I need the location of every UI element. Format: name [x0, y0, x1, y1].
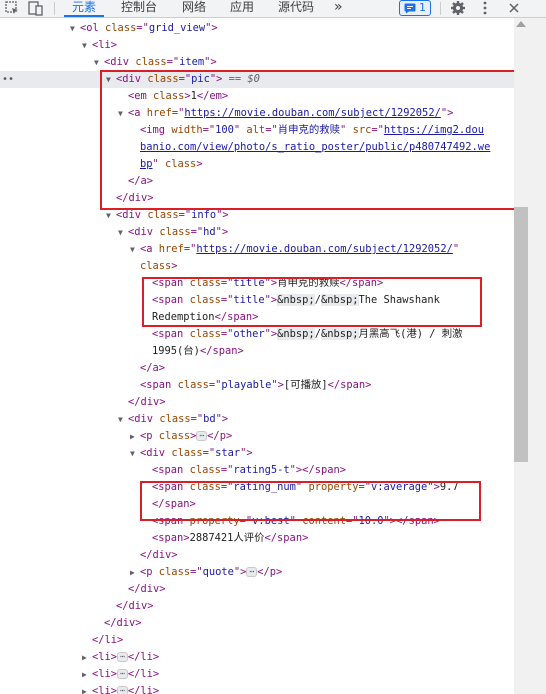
scroll-up-arrow-icon[interactable] — [516, 21, 526, 27]
src-link-cont[interactable]: banio.com/view/photo/s_ratio_poster/publ… — [140, 139, 490, 156]
tab-network[interactable]: 网络 — [182, 0, 206, 17]
expanded-arrow-icon[interactable]: ▼ — [118, 105, 123, 122]
settings-icon[interactable] — [450, 0, 467, 17]
expanded-arrow-icon[interactable]: ▼ — [118, 411, 123, 428]
collapsed-arrow-icon[interactable]: ▶ — [130, 564, 135, 581]
more-tabs-button[interactable]: » — [334, 0, 343, 17]
expanded-arrow-icon[interactable]: ▼ — [70, 20, 75, 37]
dom-node-div-pic-selected[interactable]: •• ▼ <div class="pic"> == $0 — [0, 71, 514, 88]
tab-application[interactable]: 应用 — [230, 0, 254, 17]
issues-count: 1 — [419, 1, 426, 14]
expanded-arrow-icon[interactable]: ▼ — [130, 445, 135, 462]
tab-elements[interactable]: 元素 — [64, 0, 104, 17]
tab-sources[interactable]: 源代码 — [278, 0, 314, 17]
selected-node-marker: == $0 — [222, 73, 260, 85]
scrollbar-thumb[interactable] — [514, 207, 528, 462]
expanded-arrow-icon[interactable]: ▼ — [106, 207, 111, 224]
ellipsis-expand-button[interactable]: ⋯ — [246, 567, 258, 577]
expanded-arrow-icon[interactable]: ▼ — [130, 241, 135, 258]
close-icon[interactable] — [506, 0, 523, 17]
href-link[interactable]: https://movie.douban.com/subject/1292052… — [196, 243, 452, 255]
src-link[interactable]: https://img2.dou — [384, 124, 484, 136]
ellipsis-expand-button[interactable]: ⋯ — [117, 686, 128, 694]
toolbar-separator — [54, 2, 55, 15]
tab-console[interactable]: 控制台 — [121, 0, 157, 17]
inspect-element-icon[interactable] — [4, 0, 21, 17]
more-vert-icon[interactable] — [477, 0, 494, 17]
issues-icon — [404, 3, 416, 17]
expanded-arrow-icon[interactable]: ▼ — [94, 54, 99, 71]
collapsed-arrow-icon[interactable]: ▶ — [130, 428, 135, 445]
expanded-arrow-icon[interactable]: ▼ — [82, 37, 87, 54]
collapsed-arrow-icon[interactable]: ▶ — [82, 649, 87, 666]
collapsed-arrow-icon[interactable]: ▶ — [82, 666, 87, 683]
ellipsis-expand-button[interactable]: ⋯ — [117, 669, 128, 679]
expanded-arrow-icon[interactable]: ▼ — [106, 71, 111, 88]
src-link-end[interactable]: bp — [140, 158, 153, 170]
href-link[interactable]: https://movie.douban.com/subject/1292052… — [184, 107, 440, 119]
ellipsis-expand-button[interactable]: ⋯ — [196, 431, 208, 441]
dom-tree: ▼ <ol class="grid_view"> ▼ <li> ▼ <div c… — [0, 18, 514, 694]
devtools-toolbar: 元素 控制台 网络 应用 源代码 » 1 — [0, 0, 546, 18]
issues-badge-button[interactable]: 1 — [399, 0, 431, 16]
toolbar-separator — [440, 2, 441, 15]
node-actions-icon[interactable]: •• — [2, 71, 14, 88]
collapsed-arrow-icon[interactable]: ▶ — [82, 683, 87, 694]
expanded-arrow-icon[interactable]: ▼ — [118, 224, 123, 241]
ellipsis-expand-button[interactable]: ⋯ — [117, 652, 128, 662]
device-toolbar-icon[interactable] — [28, 0, 45, 17]
